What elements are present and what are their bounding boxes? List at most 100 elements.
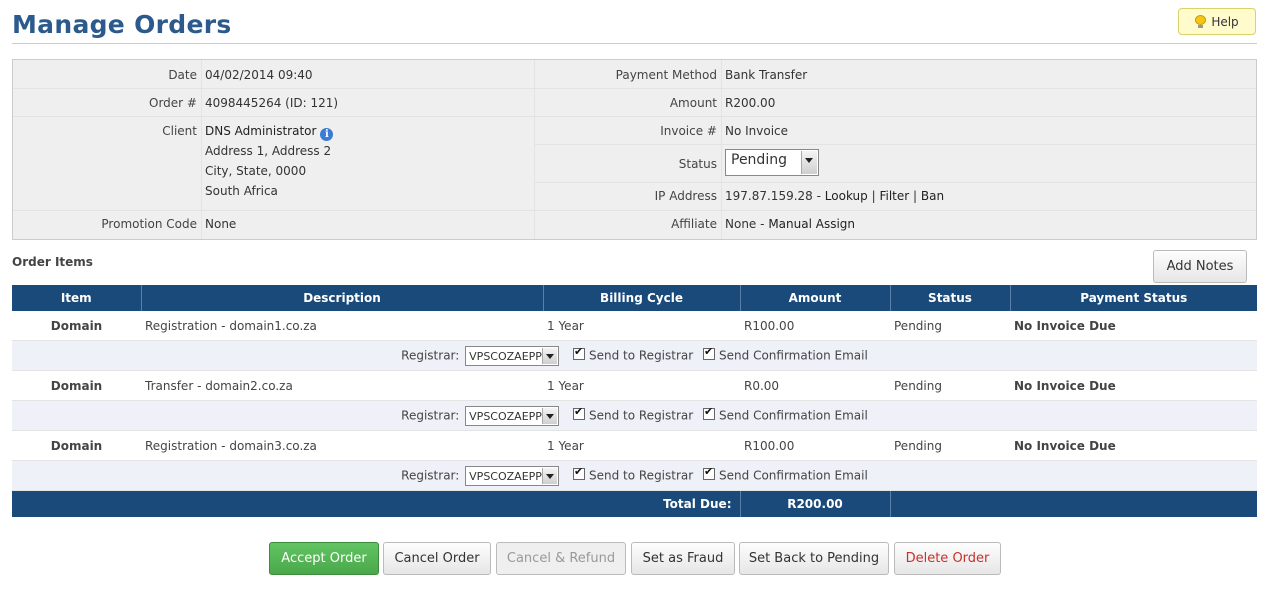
manual-assign-link[interactable]: Manual Assign [768, 217, 855, 231]
send-to-registrar-checkbox[interactable] [572, 405, 585, 420]
promotion-code: None [205, 217, 237, 231]
item-billing-cycle: 1 Year [543, 430, 740, 461]
client-info-icon[interactable]: i [320, 128, 334, 141]
column-header-amount: Amount [740, 285, 891, 311]
delete-order-button[interactable]: Delete Order [894, 542, 1001, 575]
order-number-label: Order # [149, 96, 197, 110]
set-as-fraud-button[interactable]: Set as Fraud [631, 542, 735, 575]
order-info-panel: Date 04/02/2014 09:40 Order # 4098445264… [12, 59, 1257, 240]
ip-lookup-link[interactable]: Lookup [825, 189, 868, 203]
registrar-select[interactable]: VPSCOZAEPP [465, 405, 560, 426]
registrar-row: Registrar: VPSCOZAEPP Send to Registrar … [12, 400, 1257, 431]
cancel-order-button[interactable]: Cancel Order [383, 542, 491, 575]
item-amount: R100.00 [740, 430, 890, 461]
send-confirmation-email-label: Send Confirmation Email [719, 348, 868, 362]
order-status-select[interactable]: Pending [725, 149, 819, 176]
table-row: Domain Registration - domain3.co.za 1 Ye… [12, 430, 1257, 461]
send-to-registrar-label: Send to Registrar [588, 468, 694, 482]
add-notes-button[interactable]: Add Notes [1153, 250, 1247, 283]
ip-address-row: 197.87.159.28 - Lookup | Filter | Ban [725, 189, 944, 203]
chevron-down-icon [801, 151, 817, 174]
divider [201, 60, 202, 239]
table-row: Domain Transfer - domain2.co.za 1 Year R… [12, 370, 1257, 401]
client-address-line: City, State, 0000 [205, 164, 307, 178]
chevron-down-icon [542, 407, 558, 424]
divider [13, 88, 1256, 89]
invoice-label: Invoice # [660, 124, 717, 138]
send-to-registrar-checkbox[interactable] [572, 345, 585, 360]
column-header-billing-cycle: Billing Cycle [543, 285, 741, 311]
separator: | [913, 189, 918, 203]
send-confirmation-email-checkbox[interactable] [703, 345, 716, 360]
item-description: Registration - domain3.co.za [141, 430, 543, 461]
column-header-status: Status [890, 285, 1011, 311]
payment-method-label: Payment Method [615, 68, 717, 82]
client-label: Client [162, 124, 197, 138]
total-row: Total Due: R200.00 [12, 490, 1257, 517]
send-confirmation-email-checkbox[interactable] [703, 405, 716, 420]
item-amount: R0.00 [740, 370, 890, 401]
item-payment-status: No Invoice Due [1010, 311, 1257, 341]
send-confirmation-email-label: Send Confirmation Email [719, 408, 868, 422]
payment-method: Bank Transfer [725, 68, 808, 82]
item-status: Pending [890, 311, 1010, 341]
item-amount: R100.00 [740, 311, 890, 341]
order-amount: R200.00 [725, 96, 776, 110]
column-header-payment-status: Payment Status [1010, 285, 1257, 311]
order-items-title: Order Items [12, 255, 93, 269]
item-status: Pending [890, 430, 1010, 461]
send-confirmation-email-label: Send Confirmation Email [719, 468, 868, 482]
item-billing-cycle: 1 Year [543, 370, 740, 401]
divider [13, 116, 1256, 117]
item-type: Domain [12, 311, 141, 341]
set-back-to-pending-button[interactable]: Set Back to Pending [739, 542, 889, 575]
registrar-select[interactable]: VPSCOZAEPP [465, 345, 560, 366]
separator: - [816, 189, 821, 203]
divider [13, 210, 1256, 211]
status-label: Status [678, 157, 717, 171]
divider [534, 182, 1256, 183]
affiliate-row: None - Manual Assign [725, 217, 855, 231]
cancel-refund-button[interactable]: Cancel & Refund [496, 542, 626, 575]
order-number: 4098445264 (ID: 121) [205, 96, 339, 110]
item-type: Domain [12, 370, 141, 401]
item-payment-status: No Invoice Due [1010, 370, 1257, 401]
divider [534, 144, 1256, 145]
divider [721, 60, 722, 239]
send-to-registrar-label: Send to Registrar [588, 408, 694, 422]
client-details: DNS Administrator i Address 1, Address 2 … [205, 121, 334, 201]
registrar-select[interactable]: VPSCOZAEPP [465, 465, 560, 486]
chevron-down-icon [542, 347, 558, 364]
page-title: Manage Orders [12, 10, 232, 39]
registrar-options: Registrar: VPSCOZAEPP Send to Registrar … [12, 400, 1257, 431]
ip-filter-link[interactable]: Filter [879, 189, 909, 203]
total-due-label: Total Due: [12, 490, 740, 517]
send-to-registrar-checkbox[interactable] [572, 465, 585, 480]
affiliate-label: Affiliate [671, 217, 717, 231]
invoice-number: No Invoice [725, 124, 789, 138]
client-name-link[interactable]: DNS Administrator [205, 124, 316, 138]
affiliate-value: None [725, 217, 757, 231]
registrar-row: Registrar: VPSCOZAEPP Send to Registrar … [12, 340, 1257, 371]
item-payment-status: No Invoice Due [1010, 430, 1257, 461]
accept-order-button[interactable]: Accept Order [269, 542, 379, 575]
send-confirmation-email-checkbox[interactable] [703, 465, 716, 480]
ip-address: 197.87.159.28 [725, 189, 813, 203]
help-button[interactable]: Help [1178, 8, 1256, 35]
registrar-label: Registrar: [401, 408, 460, 422]
order-status-value: Pending [731, 152, 787, 168]
item-status: Pending [890, 370, 1010, 401]
column-header-description: Description [141, 285, 544, 311]
order-items-table: Item Description Billing Cycle Amount St… [12, 285, 1257, 517]
date-label: Date [168, 68, 197, 82]
lightbulb-icon [1195, 14, 1207, 29]
send-to-registrar-label: Send to Registrar [588, 348, 694, 362]
client-address-line: South Africa [205, 184, 278, 198]
ip-ban-link[interactable]: Ban [921, 189, 944, 203]
table-header-row: Item Description Billing Cycle Amount St… [12, 285, 1257, 311]
registrar-row: Registrar: VPSCOZAEPP Send to Registrar … [12, 460, 1257, 491]
registrar-value: VPSCOZAEPP [469, 349, 542, 363]
table-row: Domain Registration - domain1.co.za 1 Ye… [12, 311, 1257, 341]
divider [534, 60, 535, 239]
item-billing-cycle: 1 Year [543, 311, 740, 341]
